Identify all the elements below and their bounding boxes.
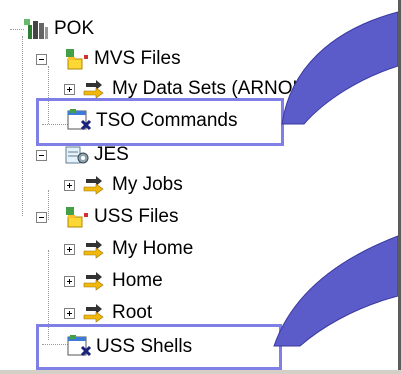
jobs-gear-icon [64, 143, 90, 167]
remote-systems-tree: POK MVS Files My Data Sets (ARNOLD.*) TS… [0, 0, 401, 374]
tree-item-label: USS Files [94, 206, 179, 227]
filter-arrow-icon [82, 301, 108, 325]
expand-toggle[interactable] [64, 84, 75, 95]
expand-toggle[interactable] [64, 276, 75, 287]
filter-arrow-icon [82, 237, 108, 261]
tree-item-label: Root [112, 302, 153, 323]
tree-item-label: JES [94, 144, 129, 165]
filter-arrow-icon [82, 269, 108, 293]
expand-toggle[interactable] [64, 308, 75, 319]
tree-item-my-home[interactable]: My Home [82, 234, 193, 264]
tree-item-label: My Data Sets (ARNOLD.*) [112, 78, 336, 99]
tree-item-label: My Home [112, 238, 194, 259]
tree-item-label: Home [112, 270, 163, 291]
tree-item-mvs-files[interactable]: MVS Files [64, 44, 181, 74]
window-edge [0, 370, 401, 374]
tree-item-label: POK [54, 18, 95, 39]
tree-item-pok[interactable]: POK [24, 14, 94, 44]
file-system-icon [64, 205, 90, 229]
system-icon [24, 17, 50, 41]
tree-connector [10, 29, 24, 31]
callout-arrow-top [281, 11, 399, 125]
tree-connector [48, 190, 50, 220]
collapse-toggle[interactable] [36, 54, 47, 65]
highlight-box-uss-shells [36, 324, 282, 370]
tree-connector [22, 36, 24, 216]
tree-item-label: MVS Files [94, 48, 181, 69]
collapse-toggle[interactable] [36, 150, 47, 161]
expand-toggle[interactable] [64, 180, 75, 191]
callout-arrow-bottom [273, 235, 399, 347]
file-system-icon [64, 47, 90, 71]
collapse-toggle[interactable] [36, 212, 47, 223]
tree-item-home[interactable]: Home [82, 266, 163, 296]
expand-toggle[interactable] [64, 244, 75, 255]
tree-item-uss-files[interactable]: USS Files [64, 202, 178, 232]
tree-item-label: My Jobs [112, 174, 183, 195]
highlight-box-tso-commands [36, 98, 284, 146]
tree-item-my-jobs[interactable]: My Jobs [82, 170, 183, 200]
filter-arrow-icon [82, 173, 108, 197]
